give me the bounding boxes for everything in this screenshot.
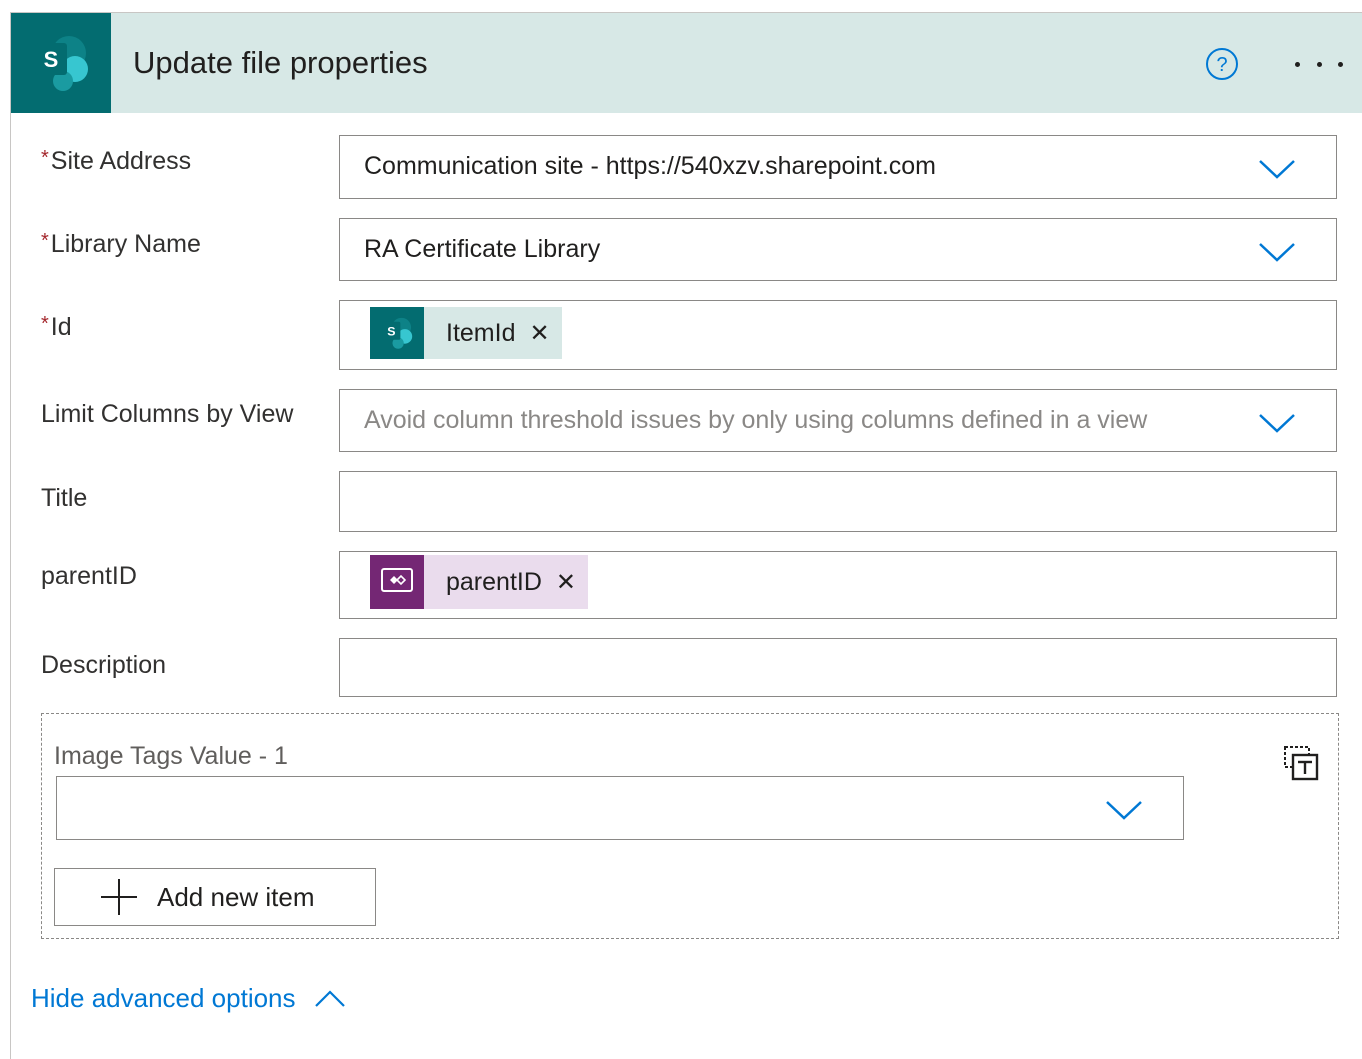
add-new-item-label: Add new item (157, 881, 315, 912)
action-title: Update file properties (133, 45, 428, 80)
library-name-label: *Library Name (41, 230, 201, 258)
parentid-field[interactable]: parentID ✕ (339, 551, 1337, 619)
power-apps-icon (370, 555, 424, 609)
title-label: Title (41, 484, 88, 512)
svg-text:S: S (44, 47, 59, 72)
image-tags-array: Image Tags Value - 1 Add new item (41, 713, 1339, 939)
limit-columns-label: Limit Columns by View (41, 400, 294, 428)
description-label: Description (41, 651, 167, 679)
parentid-label: parentID (41, 562, 137, 590)
required-marker: * (41, 147, 49, 169)
library-name-value: RA Certificate Library (364, 235, 601, 263)
help-icon[interactable]: ? (1205, 47, 1239, 81)
token-label: ItemId (446, 318, 516, 347)
image-tags-label: Image Tags Value - 1 (54, 742, 288, 770)
hide-advanced-options-link[interactable]: Hide advanced options (31, 983, 346, 1014)
parentid-token[interactable]: parentID ✕ (370, 555, 588, 609)
required-marker: * (41, 230, 49, 252)
sharepoint-icon: S (370, 307, 424, 359)
action-header[interactable]: S Update file properties ? (11, 13, 1362, 113)
itemid-token[interactable]: S ItemId ✕ (370, 307, 562, 359)
chevron-down-icon (1259, 243, 1295, 262)
site-address-dropdown[interactable]: Communication site - https://540xzv.shar… (339, 135, 1337, 199)
title-input[interactable] (339, 471, 1337, 532)
token-label: parentID (446, 567, 542, 596)
action-card: S Update file properties ? *Site Address… (10, 12, 1362, 1059)
chevron-down-icon (1259, 160, 1295, 179)
add-new-item-button[interactable]: Add new item (54, 868, 376, 926)
hide-advanced-options-label: Hide advanced options (31, 983, 296, 1013)
library-name-dropdown[interactable]: RA Certificate Library (339, 218, 1337, 281)
chevron-down-icon (1259, 414, 1295, 433)
limit-columns-placeholder: Avoid column threshold issues by only us… (364, 406, 1148, 434)
remove-item-icon[interactable] (1282, 744, 1322, 782)
required-marker: * (41, 313, 49, 335)
chevron-up-icon (314, 989, 345, 1007)
remove-token-icon[interactable]: ✕ (556, 568, 576, 597)
remove-token-icon[interactable]: ✕ (529, 319, 549, 348)
image-tags-dropdown[interactable] (56, 776, 1184, 840)
description-input[interactable] (339, 638, 1337, 697)
limit-columns-dropdown[interactable]: Avoid column threshold issues by only us… (339, 389, 1337, 452)
plus-icon (101, 879, 137, 915)
site-address-value: Communication site - https://540xzv.shar… (364, 152, 937, 180)
sharepoint-icon: S (11, 13, 111, 113)
svg-text:S: S (387, 324, 395, 338)
more-options-icon[interactable] (1295, 53, 1343, 75)
svg-text:?: ? (1216, 54, 1227, 76)
id-label: *Id (41, 313, 72, 341)
site-address-label: *Site Address (41, 147, 192, 175)
chevron-down-icon (1106, 801, 1142, 820)
id-field[interactable]: S ItemId ✕ (339, 300, 1337, 370)
